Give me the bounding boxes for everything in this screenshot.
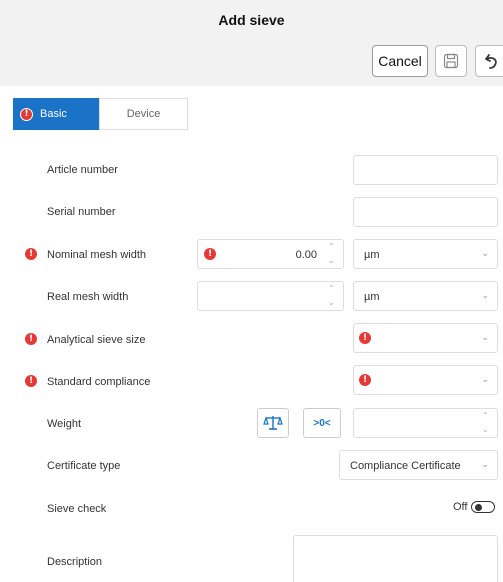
article-number-label: Article number [47, 164, 118, 176]
error-icon: ! [25, 375, 37, 387]
error-icon: ! [20, 107, 33, 121]
toggle-switch[interactable] [471, 501, 496, 513]
sieve-check-label: Sieve check [47, 503, 107, 515]
description-textarea[interactable] [293, 535, 498, 582]
chevron-down-icon: ⌄ [481, 291, 489, 301]
tab-label: Basic [40, 108, 67, 120]
real-mesh-width-label: Real mesh width [47, 291, 129, 303]
chevron-down-icon: ⌄ [481, 249, 489, 259]
real-mesh-width-unit-select[interactable]: µm ⌄ [353, 281, 498, 311]
standard-compliance-select[interactable]: ! ⌄ [353, 365, 498, 395]
dialog-header: Add sieve Cancel [0, 0, 503, 86]
cancel-button[interactable]: Cancel [372, 45, 428, 77]
sieve-check-toggle[interactable]: Off [453, 501, 496, 513]
nominal-mesh-width-input[interactable]: ! 0.00 ⌃ ⌄ [197, 239, 344, 269]
analytical-sieve-size-select[interactable]: ! ⌄ [353, 323, 498, 353]
undo-icon [485, 54, 497, 69]
chevron-down-icon[interactable]: ⌄ [328, 299, 337, 307]
tab-bar: ! Basic Device [13, 98, 188, 130]
serial-number-input[interactable] [353, 197, 498, 227]
unit-value: µm [364, 291, 380, 303]
save-button[interactable] [435, 45, 467, 77]
toggle-state: Off [453, 501, 468, 513]
weight-label: Weight [47, 418, 82, 430]
real-mesh-width-input[interactable]: ⌃ ⌄ [197, 281, 344, 311]
error-icon: ! [359, 374, 371, 386]
save-icon [443, 53, 459, 69]
number-stepper[interactable]: ⌃ ⌄ [328, 243, 337, 265]
chevron-down-icon[interactable]: ⌄ [482, 426, 491, 434]
unit-value: µm [364, 249, 380, 261]
serial-number-label: Serial number [47, 206, 116, 218]
analytical-sieve-size-label: Analytical sieve size [47, 334, 146, 346]
nominal-mesh-width-value: 0.00 [295, 249, 317, 261]
tab-device[interactable]: Device [99, 98, 188, 130]
chevron-up-icon[interactable]: ⌃ [328, 243, 337, 251]
standard-compliance-label: Standard compliance [47, 376, 151, 388]
number-stepper[interactable]: ⌃ ⌄ [328, 285, 337, 307]
certificate-type-value: Compliance Certificate [350, 460, 461, 472]
chevron-up-icon[interactable]: ⌃ [482, 412, 491, 420]
nominal-mesh-width-unit-select[interactable]: µm ⌄ [353, 239, 498, 269]
article-number-input[interactable] [353, 155, 498, 185]
scale-icon [263, 416, 283, 430]
chevron-down-icon: ⌄ [481, 333, 489, 343]
dialog-title: Add sieve [218, 12, 285, 28]
undo-button[interactable] [475, 45, 503, 77]
tab-basic[interactable]: ! Basic [13, 98, 99, 130]
chevron-down-icon: ⌄ [481, 460, 489, 470]
nominal-mesh-width-label: Nominal mesh width [47, 249, 147, 261]
weight-input[interactable]: ⌃ ⌄ [353, 408, 498, 438]
error-icon: ! [25, 333, 37, 345]
tare-button[interactable]: >0< [303, 408, 341, 438]
toggle-knob [475, 504, 483, 511]
error-icon: ! [25, 248, 37, 260]
certificate-type-select[interactable]: Compliance Certificate ⌄ [339, 450, 498, 480]
error-icon: ! [359, 332, 371, 344]
tab-label: Device [126, 108, 161, 120]
chevron-down-icon: ⌄ [481, 375, 489, 385]
chevron-down-icon[interactable]: ⌄ [328, 257, 337, 265]
error-icon: ! [204, 248, 216, 260]
number-stepper[interactable]: ⌃ ⌄ [482, 412, 491, 434]
description-label: Description [47, 556, 103, 568]
weigh-button[interactable] [257, 408, 289, 438]
certificate-type-label: Certificate type [47, 460, 121, 472]
chevron-up-icon[interactable]: ⌃ [328, 285, 337, 293]
